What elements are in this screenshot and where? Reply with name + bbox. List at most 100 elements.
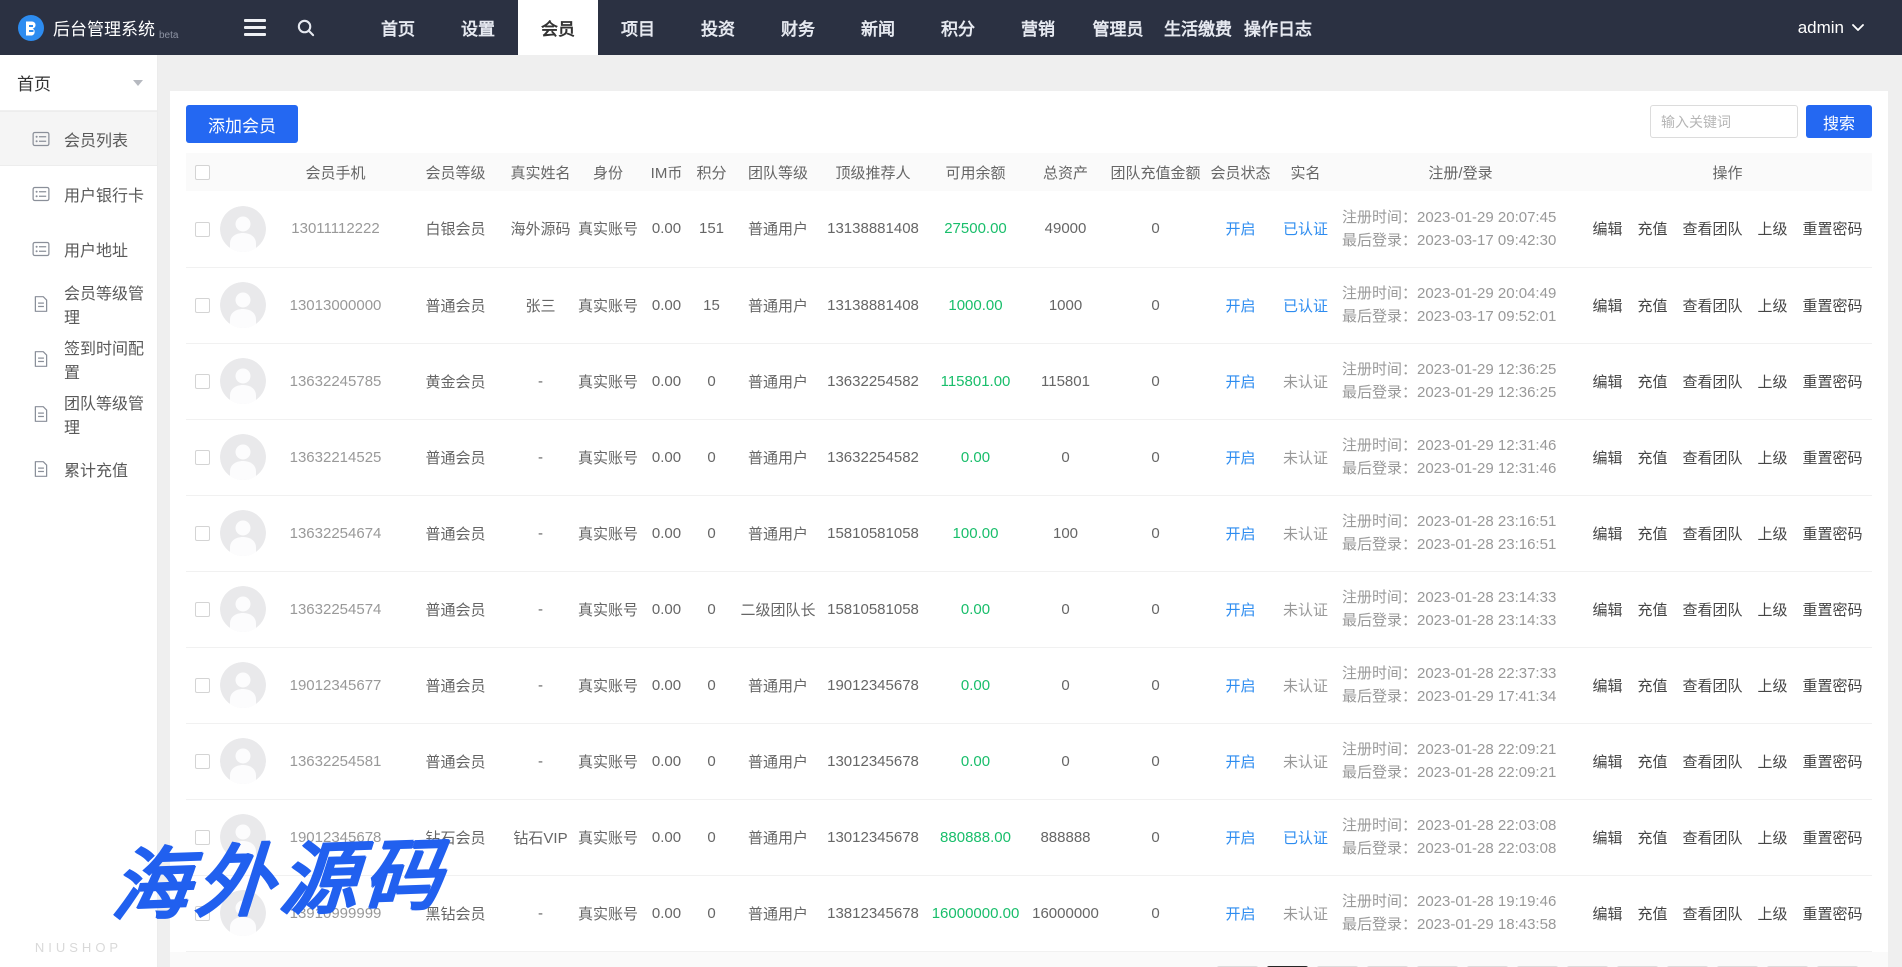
action-link[interactable]: 充值 xyxy=(1637,447,1667,468)
action-link[interactable]: 重置密码 xyxy=(1803,599,1863,620)
verified-badge[interactable]: 未认证 xyxy=(1283,374,1328,391)
action-link[interactable]: 查看团队 xyxy=(1682,523,1742,544)
sidebar-item[interactable]: 会员列表 xyxy=(0,111,157,166)
verified-badge[interactable]: 未认证 xyxy=(1283,450,1328,467)
nav-item[interactable]: 设置 xyxy=(438,0,518,55)
add-member-button[interactable]: 添加会员 xyxy=(186,105,298,143)
verified-badge[interactable]: 已认证 xyxy=(1283,298,1328,315)
action-link[interactable]: 重置密码 xyxy=(1803,903,1863,924)
action-link[interactable]: 充值 xyxy=(1637,751,1667,772)
action-link[interactable]: 充值 xyxy=(1637,523,1667,544)
sidebar-item[interactable]: 用户银行卡 xyxy=(0,166,157,221)
action-link[interactable]: 重置密码 xyxy=(1803,675,1863,696)
status-toggle[interactable]: 开启 xyxy=(1225,754,1255,771)
action-link[interactable]: 编辑 xyxy=(1592,751,1622,772)
sidebar-item[interactable]: 累计充值 xyxy=(0,441,157,496)
status-toggle[interactable]: 开启 xyxy=(1225,298,1255,315)
nav-item[interactable]: 管理员 xyxy=(1078,0,1158,55)
action-link[interactable]: 查看团队 xyxy=(1682,675,1742,696)
action-link[interactable]: 重置密码 xyxy=(1803,447,1863,468)
verified-badge[interactable]: 未认证 xyxy=(1283,526,1328,543)
row-checkbox[interactable] xyxy=(195,374,210,389)
status-toggle[interactable]: 开启 xyxy=(1225,450,1255,467)
action-link[interactable]: 查看团队 xyxy=(1682,371,1742,392)
menu-toggle-icon[interactable] xyxy=(230,0,280,55)
action-link[interactable]: 查看团队 xyxy=(1682,218,1742,239)
action-link[interactable]: 编辑 xyxy=(1592,523,1622,544)
status-toggle[interactable]: 开启 xyxy=(1225,830,1255,847)
action-link[interactable]: 充值 xyxy=(1637,371,1667,392)
nav-item[interactable]: 生活缴费 xyxy=(1158,0,1238,55)
nav-item[interactable]: 投资 xyxy=(678,0,758,55)
row-checkbox[interactable] xyxy=(195,450,210,465)
action-link[interactable]: 上级 xyxy=(1758,751,1788,772)
verified-badge[interactable]: 已认证 xyxy=(1283,221,1328,238)
select-all-checkbox[interactable] xyxy=(195,165,210,180)
nav-item[interactable]: 项目 xyxy=(598,0,678,55)
nav-item[interactable]: 营销 xyxy=(998,0,1078,55)
status-toggle[interactable]: 开启 xyxy=(1225,526,1255,543)
action-link[interactable]: 编辑 xyxy=(1592,827,1622,848)
nav-item[interactable]: 首页 xyxy=(358,0,438,55)
sidebar-item[interactable]: 用户地址 xyxy=(0,221,157,276)
action-link[interactable]: 重置密码 xyxy=(1803,295,1863,316)
action-link[interactable]: 编辑 xyxy=(1592,371,1622,392)
action-link[interactable]: 充值 xyxy=(1637,295,1667,316)
action-link[interactable]: 编辑 xyxy=(1592,218,1622,239)
user-menu[interactable]: admin xyxy=(1798,0,1902,55)
status-toggle[interactable]: 开启 xyxy=(1225,602,1255,619)
action-link[interactable]: 重置密码 xyxy=(1803,827,1863,848)
row-checkbox[interactable] xyxy=(195,830,210,845)
action-link[interactable]: 查看团队 xyxy=(1682,295,1742,316)
sidebar-item[interactable]: 团队等级管理 xyxy=(0,386,157,441)
action-link[interactable]: 上级 xyxy=(1758,827,1788,848)
row-checkbox[interactable] xyxy=(195,906,210,921)
row-checkbox[interactable] xyxy=(195,526,210,541)
action-link[interactable]: 编辑 xyxy=(1592,295,1622,316)
status-toggle[interactable]: 开启 xyxy=(1225,906,1255,923)
action-link[interactable]: 充值 xyxy=(1637,599,1667,620)
action-link[interactable]: 查看团队 xyxy=(1682,827,1742,848)
action-link[interactable]: 上级 xyxy=(1758,447,1788,468)
verified-badge[interactable]: 未认证 xyxy=(1283,602,1328,619)
action-link[interactable]: 上级 xyxy=(1758,523,1788,544)
verified-badge[interactable]: 未认证 xyxy=(1283,754,1328,771)
verified-badge[interactable]: 已认证 xyxy=(1283,830,1328,847)
action-link[interactable]: 重置密码 xyxy=(1803,218,1863,239)
status-toggle[interactable]: 开启 xyxy=(1225,678,1255,695)
row-checkbox[interactable] xyxy=(195,678,210,693)
verified-badge[interactable]: 未认证 xyxy=(1283,906,1328,923)
action-link[interactable]: 充值 xyxy=(1637,218,1667,239)
search-icon[interactable] xyxy=(280,0,330,55)
action-link[interactable]: 上级 xyxy=(1758,675,1788,696)
sidebar-header[interactable]: 首页 xyxy=(0,55,157,111)
action-link[interactable]: 上级 xyxy=(1758,903,1788,924)
nav-item[interactable]: 会员 xyxy=(518,0,598,55)
action-link[interactable]: 重置密码 xyxy=(1803,523,1863,544)
action-link[interactable]: 编辑 xyxy=(1592,447,1622,468)
action-link[interactable]: 查看团队 xyxy=(1682,599,1742,620)
action-link[interactable]: 重置密码 xyxy=(1803,751,1863,772)
nav-item[interactable]: 新闻 xyxy=(838,0,918,55)
action-link[interactable]: 编辑 xyxy=(1592,903,1622,924)
status-toggle[interactable]: 开启 xyxy=(1225,221,1255,238)
action-link[interactable]: 充值 xyxy=(1637,675,1667,696)
row-checkbox[interactable] xyxy=(195,602,210,617)
action-link[interactable]: 上级 xyxy=(1758,599,1788,620)
action-link[interactable]: 重置密码 xyxy=(1803,371,1863,392)
search-button[interactable]: 搜索 xyxy=(1806,105,1872,138)
keyword-input[interactable] xyxy=(1650,105,1798,138)
nav-item[interactable]: 操作日志 xyxy=(1238,0,1318,55)
row-checkbox[interactable] xyxy=(195,222,210,237)
action-link[interactable]: 充值 xyxy=(1637,827,1667,848)
action-link[interactable]: 查看团队 xyxy=(1682,447,1742,468)
status-toggle[interactable]: 开启 xyxy=(1225,374,1255,391)
action-link[interactable]: 上级 xyxy=(1758,371,1788,392)
row-checkbox[interactable] xyxy=(195,298,210,313)
action-link[interactable]: 编辑 xyxy=(1592,675,1622,696)
sidebar-item[interactable]: 签到时间配置 xyxy=(0,331,157,386)
action-link[interactable]: 上级 xyxy=(1758,295,1788,316)
action-link[interactable]: 编辑 xyxy=(1592,599,1622,620)
action-link[interactable]: 查看团队 xyxy=(1682,751,1742,772)
row-checkbox[interactable] xyxy=(195,754,210,769)
